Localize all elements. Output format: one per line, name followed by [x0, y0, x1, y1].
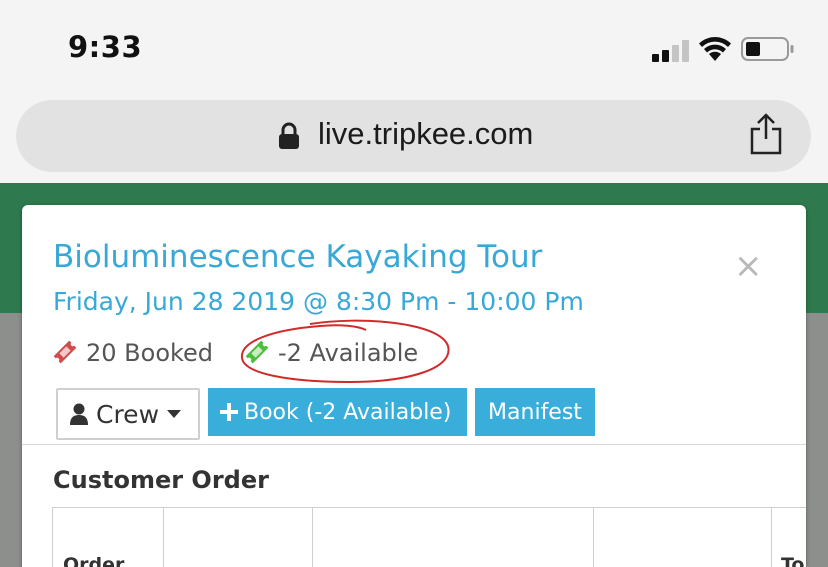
close-button[interactable]: × [734, 249, 763, 283]
crew-dropdown[interactable]: Crew [56, 388, 200, 440]
manifest-label: Manifest [488, 399, 582, 425]
section-title: Customer Order [53, 466, 269, 494]
status-bar: 9:33 [0, 0, 828, 96]
red-circle-annotation [240, 319, 450, 384]
table-header-to: To [781, 554, 805, 567]
divider [22, 444, 806, 445]
table-column-divider [312, 508, 313, 567]
wifi-icon [699, 37, 731, 61]
address-bar[interactable]: live.tripkee.com [16, 100, 811, 172]
booked-label: 20 Booked [86, 339, 214, 367]
table-column-divider [771, 508, 772, 567]
tour-title: Bioluminescence Kayaking Tour [53, 239, 543, 275]
book-label: Book (-2 Available) [244, 399, 452, 425]
crew-label: Crew [96, 399, 160, 429]
tour-modal: × Bioluminescence Kayaking Tour Friday, … [22, 205, 806, 567]
status-time: 9:33 [68, 30, 143, 64]
table-column-divider [163, 508, 164, 567]
cellular-signal-icon [652, 40, 692, 62]
customer-order-table: Order To [52, 507, 806, 567]
share-icon[interactable] [748, 112, 784, 156]
caret-down-icon [167, 410, 182, 418]
battery-icon [741, 37, 794, 61]
table-header-order: Order [63, 554, 125, 567]
plus-icon [220, 403, 238, 421]
book-button[interactable]: Book (-2 Available) [208, 388, 467, 436]
lock-icon [279, 122, 299, 149]
ticket-booked-icon [53, 340, 77, 364]
url-text: live.tripkee.com [318, 116, 534, 151]
user-icon [70, 403, 88, 425]
booked-count: 20 Booked [52, 339, 213, 367]
table-column-divider [593, 508, 594, 567]
tour-datetime: Friday, Jun 28 2019 @ 8:30 Pm - 10:00 Pm [53, 287, 584, 316]
manifest-button[interactable]: Manifest [475, 388, 595, 436]
